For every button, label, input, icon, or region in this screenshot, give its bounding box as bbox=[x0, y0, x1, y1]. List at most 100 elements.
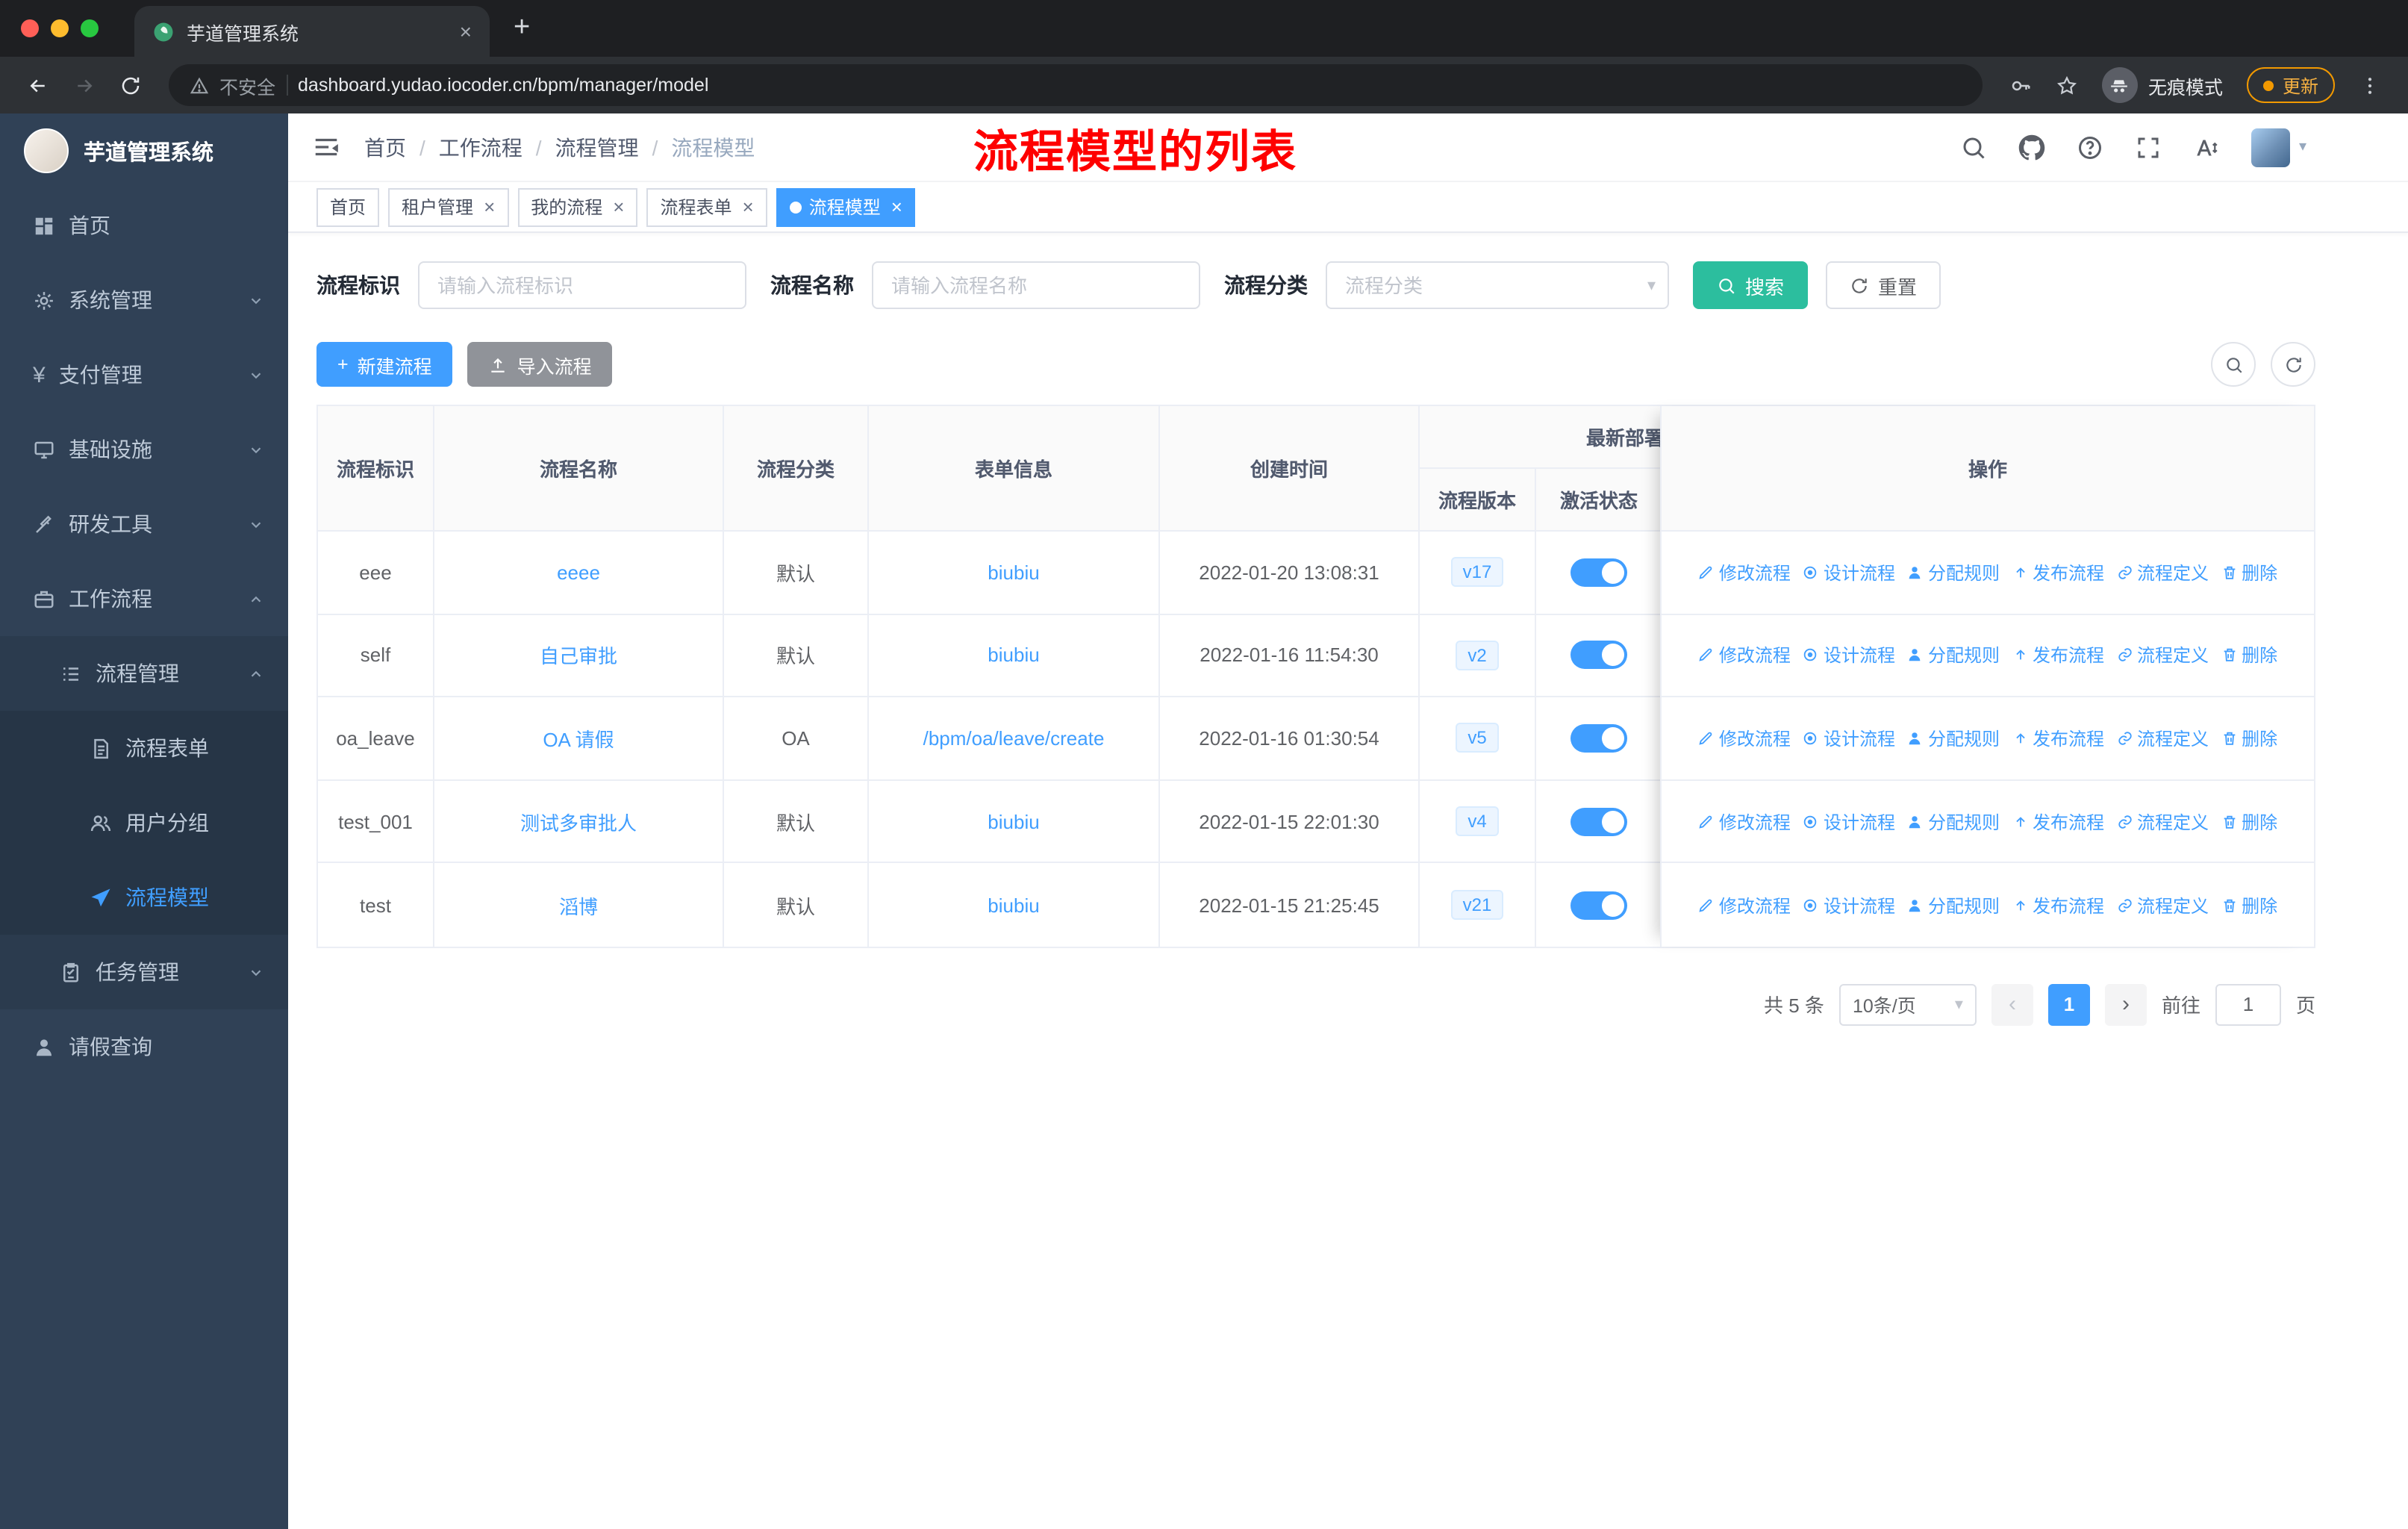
sidebar-item-monitor[interactable]: 基础设施 bbox=[0, 412, 288, 487]
publish-process-link[interactable]: 发布流程 bbox=[2012, 726, 2104, 751]
delete-process-link[interactable]: 删除 bbox=[2221, 726, 2277, 751]
browser-update-button[interactable]: 更新 bbox=[2246, 67, 2335, 103]
sidebar-item-yen[interactable]: ¥ 支付管理 bbox=[0, 337, 288, 412]
form-info-link[interactable]: biubiu bbox=[988, 644, 1039, 667]
design-process-link[interactable]: 设计流程 bbox=[1803, 643, 1895, 668]
form-info-link[interactable]: biubiu bbox=[988, 810, 1039, 832]
edit-process-link[interactable]: 修改流程 bbox=[1698, 643, 1791, 668]
github-icon[interactable] bbox=[2018, 134, 2045, 161]
active-toggle[interactable] bbox=[1570, 891, 1627, 920]
user-avatar-menu[interactable]: ▾ bbox=[2251, 128, 2306, 166]
sidebar-item-gear[interactable]: 系统管理 bbox=[0, 263, 288, 337]
assign-process-link[interactable]: 分配规则 bbox=[1907, 726, 2000, 751]
process-name-link[interactable]: 自己审批 bbox=[540, 641, 617, 670]
security-label[interactable]: 不安全 bbox=[219, 71, 275, 99]
sidebar-item-dashboard[interactable]: 首页 bbox=[0, 188, 288, 263]
breadcrumb-item[interactable]: 流程管理 bbox=[555, 132, 639, 162]
define-process-link[interactable]: 流程定义 bbox=[2116, 560, 2209, 585]
delete-process-link[interactable]: 删除 bbox=[2221, 643, 2277, 668]
page-size-select[interactable]: 10条/页 ▾ bbox=[1838, 983, 1977, 1026]
process-name-link[interactable]: 滔博 bbox=[559, 891, 598, 919]
font-size-icon[interactable] bbox=[2193, 134, 2220, 161]
active-toggle[interactable] bbox=[1570, 807, 1627, 836]
search-icon[interactable] bbox=[1960, 134, 1987, 161]
category-select-input[interactable] bbox=[1326, 261, 1669, 309]
app-logo[interactable]: 芋道管理系统 bbox=[0, 113, 288, 188]
sidebar-item-toolbox[interactable]: 研发工具 bbox=[0, 487, 288, 561]
address-bar[interactable]: 不安全 dashboard.yudao.iocoder.cn/bpm/manag… bbox=[169, 64, 1983, 106]
close-icon[interactable]: × bbox=[743, 196, 754, 218]
breadcrumb-item[interactable]: 首页 bbox=[364, 132, 406, 162]
define-process-link[interactable]: 流程定义 bbox=[2116, 809, 2209, 834]
define-process-link[interactable]: 流程定义 bbox=[2116, 643, 2209, 668]
category-select[interactable]: ▾ bbox=[1326, 261, 1669, 309]
close-icon[interactable]: × bbox=[891, 196, 902, 218]
design-process-link[interactable]: 设计流程 bbox=[1803, 809, 1895, 834]
publish-process-link[interactable]: 发布流程 bbox=[2012, 809, 2104, 834]
form-info-link[interactable]: /bpm/oa/leave/create bbox=[923, 727, 1105, 750]
view-tag[interactable]: 流程表单 × bbox=[646, 187, 767, 226]
create-process-button[interactable]: + 新建流程 bbox=[316, 342, 453, 387]
sidebar-item-briefcase[interactable]: 工作流程 bbox=[0, 561, 288, 636]
edit-process-link[interactable]: 修改流程 bbox=[1698, 892, 1791, 918]
search-button[interactable]: 搜索 bbox=[1693, 261, 1809, 309]
design-process-link[interactable]: 设计流程 bbox=[1803, 726, 1895, 751]
fullscreen-icon[interactable] bbox=[2135, 134, 2162, 161]
breadcrumb-item[interactable]: 工作流程 bbox=[439, 132, 523, 162]
table-refresh-icon[interactable] bbox=[2271, 342, 2315, 387]
active-toggle[interactable] bbox=[1570, 641, 1627, 670]
new-tab-button[interactable]: + bbox=[514, 12, 530, 45]
design-process-link[interactable]: 设计流程 bbox=[1803, 560, 1895, 585]
edit-process-link[interactable]: 修改流程 bbox=[1698, 560, 1791, 585]
assign-process-link[interactable]: 分配规则 bbox=[1907, 643, 2000, 668]
prev-page-button[interactable]: ‹ bbox=[1991, 983, 2033, 1026]
incognito-indicator[interactable]: 无痕模式 bbox=[2093, 67, 2232, 103]
minimize-window-button[interactable] bbox=[51, 19, 69, 37]
next-page-button[interactable]: › bbox=[2104, 983, 2147, 1026]
active-toggle[interactable] bbox=[1570, 723, 1627, 753]
define-process-link[interactable]: 流程定义 bbox=[2116, 726, 2209, 751]
process-name-link[interactable]: OA 请假 bbox=[543, 724, 614, 753]
view-tag[interactable]: 租户管理 × bbox=[388, 187, 509, 226]
design-process-link[interactable]: 设计流程 bbox=[1803, 892, 1895, 918]
active-toggle[interactable] bbox=[1570, 558, 1627, 587]
security-warning-icon[interactable] bbox=[190, 75, 209, 95]
publish-process-link[interactable]: 发布流程 bbox=[2012, 643, 2104, 668]
assign-process-link[interactable]: 分配规则 bbox=[1907, 892, 2000, 918]
sidebar-item-tasks[interactable]: 任务管理 bbox=[0, 935, 288, 1009]
form-info-link[interactable]: biubiu bbox=[988, 561, 1039, 584]
delete-process-link[interactable]: 删除 bbox=[2221, 809, 2277, 834]
publish-process-link[interactable]: 发布流程 bbox=[2012, 560, 2104, 585]
sidebar-item-user[interactable]: 请假查询 bbox=[0, 1009, 288, 1084]
reload-button[interactable] bbox=[110, 74, 151, 96]
tab-close-icon[interactable]: × bbox=[460, 19, 472, 43]
zoom-window-button[interactable] bbox=[81, 19, 99, 37]
sidebar-item-list[interactable]: 流程管理 bbox=[0, 636, 288, 711]
help-icon[interactable] bbox=[2077, 134, 2103, 161]
publish-process-link[interactable]: 发布流程 bbox=[2012, 892, 2104, 918]
table-search-icon[interactable] bbox=[2211, 342, 2256, 387]
edit-process-link[interactable]: 修改流程 bbox=[1698, 809, 1791, 834]
import-process-button[interactable]: 导入流程 bbox=[467, 342, 613, 387]
view-tag[interactable]: 首页 bbox=[316, 187, 380, 226]
edit-process-link[interactable]: 修改流程 bbox=[1698, 726, 1791, 751]
sidebar-item-document[interactable]: 流程表单 bbox=[0, 711, 288, 785]
assign-process-link[interactable]: 分配规则 bbox=[1907, 560, 2000, 585]
goto-page-input[interactable] bbox=[2215, 983, 2281, 1026]
process-key-input[interactable] bbox=[418, 261, 746, 309]
collapse-sidebar-icon[interactable] bbox=[312, 133, 340, 161]
close-window-button[interactable] bbox=[21, 19, 39, 37]
view-tag[interactable]: 我的流程 × bbox=[517, 187, 638, 226]
forward-button[interactable] bbox=[64, 74, 105, 96]
sidebar-item-users[interactable]: 用户分组 bbox=[0, 785, 288, 860]
password-manager-icon[interactable] bbox=[2000, 74, 2041, 96]
process-name-link[interactable]: eeee bbox=[557, 561, 600, 584]
bookmark-icon[interactable] bbox=[2047, 74, 2087, 96]
browser-tab[interactable]: 芋道管理系统 × bbox=[134, 6, 490, 57]
back-button[interactable] bbox=[18, 74, 58, 96]
process-name-link[interactable]: 测试多审批人 bbox=[520, 807, 637, 835]
define-process-link[interactable]: 流程定义 bbox=[2116, 892, 2209, 918]
url-text[interactable]: dashboard.yudao.iocoder.cn/bpm/manager/m… bbox=[298, 75, 708, 96]
reset-button[interactable]: 重置 bbox=[1826, 261, 1941, 309]
sidebar-item-send[interactable]: 流程模型 bbox=[0, 860, 288, 935]
